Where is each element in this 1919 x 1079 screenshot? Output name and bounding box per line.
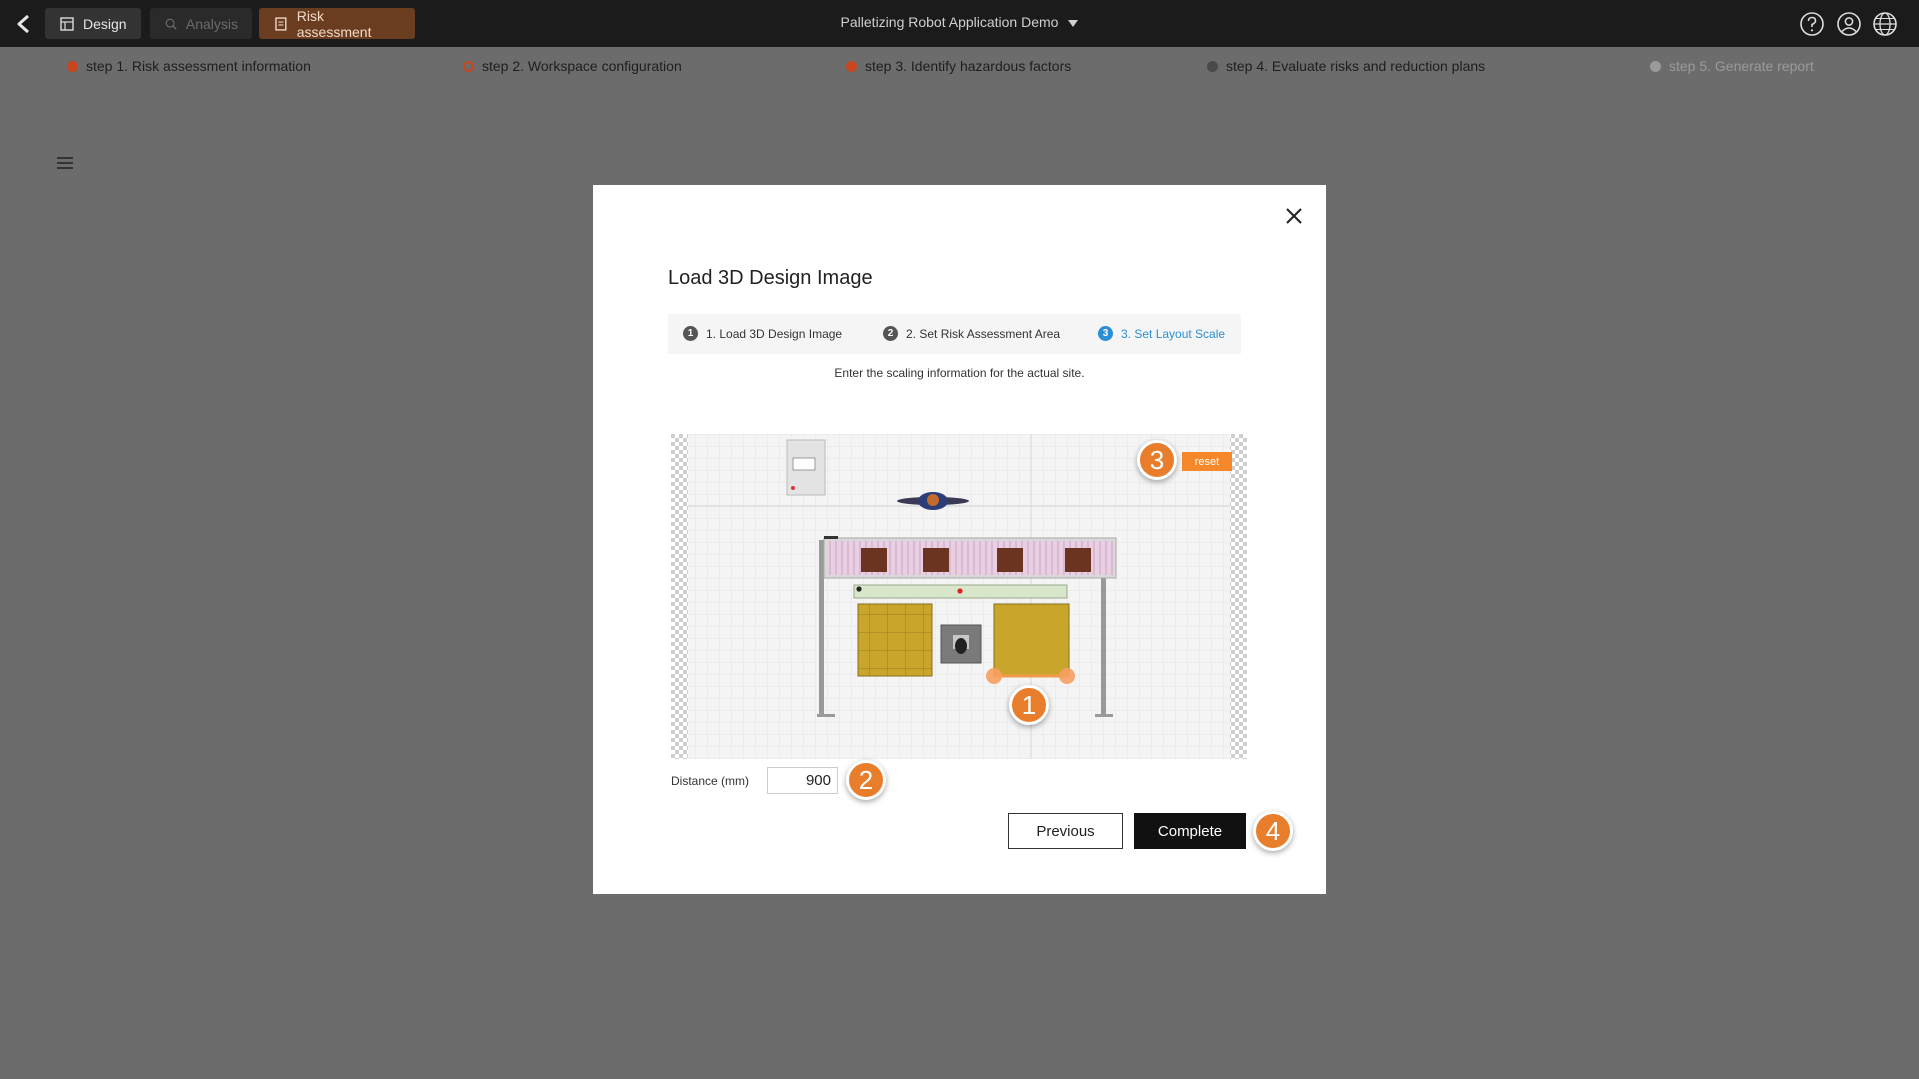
complete-button[interactable]: Complete [1134, 813, 1246, 849]
step-2-label: step 2. Workspace configuration [482, 58, 682, 74]
step-status-dot [1650, 60, 1661, 72]
wizard-steps: 1 1. Load 3D Design Image 2 2. Set Risk … [668, 314, 1241, 354]
globe-icon[interactable] [1872, 11, 1898, 37]
step-status-dot [846, 60, 857, 72]
wizard-step-3[interactable]: 3 3. Set Layout Scale [1098, 326, 1225, 341]
project-title[interactable]: Palletizing Robot Application Demo [0, 14, 1919, 30]
step-1-label: step 1. Risk assessment information [86, 58, 311, 74]
callout-badge-4: 4 [1253, 811, 1293, 851]
wizard-step-1[interactable]: 1 1. Load 3D Design Image [683, 326, 842, 341]
callout-badge-1: 1 [1009, 685, 1049, 725]
reset-button[interactable]: reset [1182, 452, 1232, 471]
step-4[interactable]: step 4. Evaluate risks and reduction pla… [1207, 58, 1485, 74]
step-4-label: step 4. Evaluate risks and reduction pla… [1226, 58, 1486, 74]
wizard-step-number: 1 [683, 326, 698, 341]
step-2[interactable]: step 2. Workspace configuration [463, 58, 682, 74]
wizard-step-label: 1. Load 3D Design Image [706, 326, 843, 341]
previous-button[interactable]: Previous [1008, 813, 1123, 849]
instruction-text: Enter the scaling information for the ac… [834, 366, 1085, 380]
chevron-down-icon [1068, 19, 1079, 27]
project-title-text: Palletizing Robot Application Demo [840, 14, 1059, 30]
step-3-label: step 3. Identify hazardous factors [865, 58, 1072, 74]
step-1[interactable]: step 1. Risk assessment information [67, 58, 311, 74]
wizard-step-label: 2. Set Risk Assessment Area [906, 326, 1061, 341]
step-5-label: step 5. Generate report [1669, 58, 1814, 74]
user-icon[interactable] [1836, 11, 1862, 37]
wizard-step-number: 3 [1098, 326, 1113, 341]
layout-image-canvas[interactable] [671, 434, 1247, 759]
wizard-step-number: 2 [883, 326, 898, 341]
progress-steps: step 1. Risk assessment information step… [0, 47, 1919, 89]
step-status-dot [67, 60, 78, 72]
help-icon[interactable] [1799, 11, 1825, 37]
callout-badge-3: 3 [1137, 440, 1177, 480]
wizard-step-label: 3. Set Layout Scale [1121, 326, 1226, 341]
step-3[interactable]: step 3. Identify hazardous factors [846, 58, 1071, 74]
callout-badge-2: 2 [846, 760, 886, 800]
step-5[interactable]: step 5. Generate report [1650, 58, 1814, 74]
load-3d-design-modal: Load 3D Design Image 1 1. Load 3D Design… [593, 185, 1326, 894]
step-status-dot [463, 60, 474, 72]
distance-label: Distance (mm) [671, 774, 750, 788]
top-bar: Design Analysis Risk assessment Palletiz… [0, 0, 1919, 47]
hamburger-menu-icon[interactable] [57, 156, 73, 170]
close-icon[interactable] [1285, 207, 1303, 225]
modal-title: Load 3D Design Image [668, 267, 873, 289]
distance-input[interactable] [767, 767, 838, 794]
step-status-dot [1207, 60, 1218, 72]
wizard-step-2[interactable]: 2 2. Set Risk Assessment Area [883, 326, 1060, 341]
